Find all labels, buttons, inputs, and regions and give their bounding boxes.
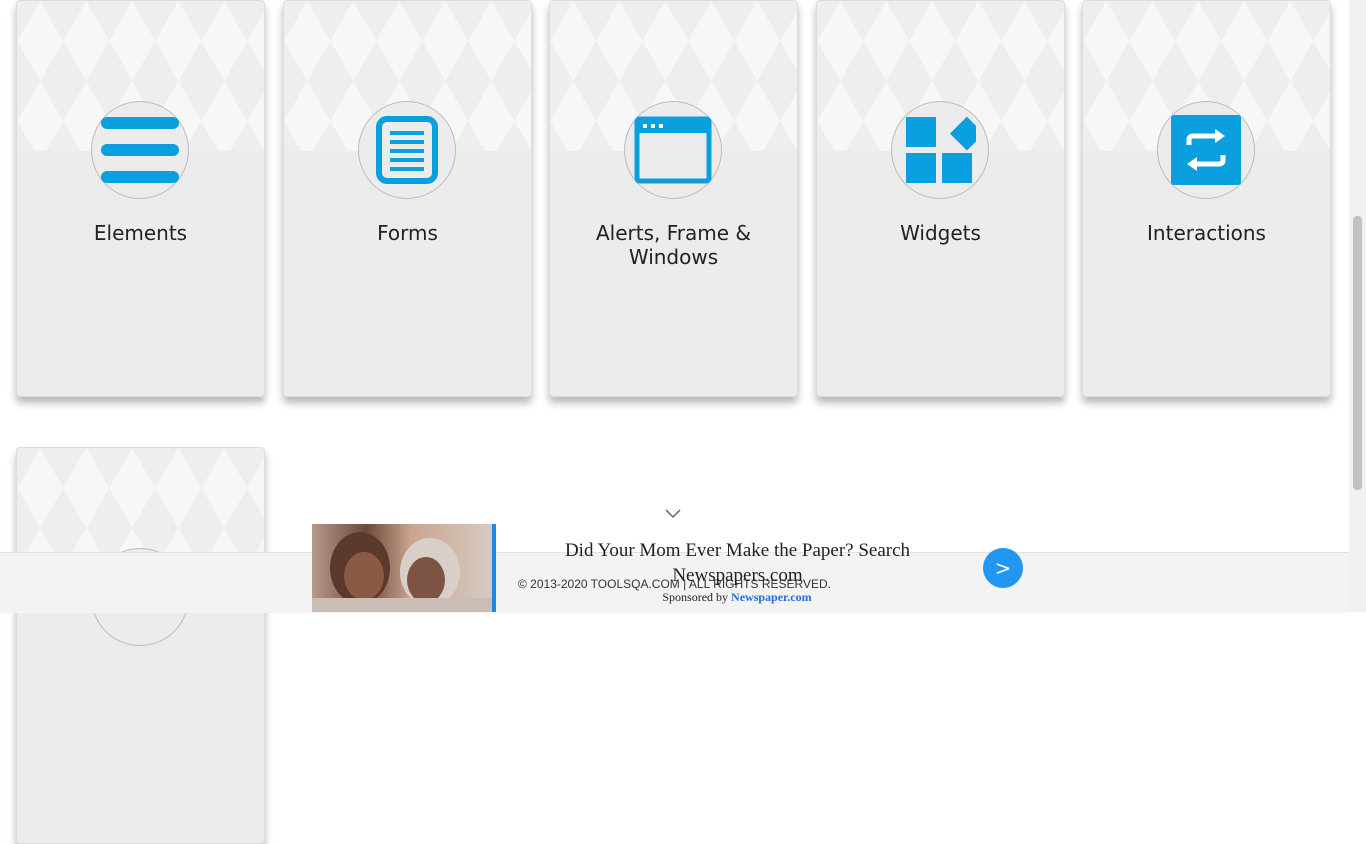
ad-sponsor-line: Sponsored by Newspaper.com — [600, 590, 874, 605]
ad-next-button[interactable]: > — [983, 548, 1023, 588]
card-title: Interactions — [1147, 221, 1266, 245]
card-interactions[interactable]: Interactions — [1082, 0, 1331, 397]
scrollbar-thumb[interactable] — [1353, 216, 1362, 490]
card-icon-circle — [1157, 101, 1255, 199]
sponsored-prefix: Sponsored by — [662, 590, 729, 604]
vertical-scrollbar[interactable] — [1349, 0, 1366, 612]
card-title: Forms — [377, 221, 438, 245]
card-icon-circle — [358, 101, 456, 199]
widgets-grid-icon — [906, 116, 976, 183]
card-alerts-frame-windows[interactable]: Alerts, Frame & Windows — [549, 0, 798, 397]
card-title: Widgets — [900, 221, 981, 245]
card-icon-circle — [91, 101, 189, 199]
sponsor-link[interactable]: Newspaper.com — [731, 590, 812, 604]
card-icon-circle — [891, 101, 989, 199]
card-widgets[interactable]: Widgets — [816, 0, 1065, 397]
card-title: Alerts, Frame & Windows — [595, 221, 751, 269]
card-title: Elements — [93, 221, 188, 245]
card-icon-circle — [624, 101, 722, 199]
card-forms[interactable]: Forms — [283, 0, 532, 397]
browser-window-icon — [634, 116, 712, 184]
list-icon — [101, 117, 179, 183]
ad-image[interactable] — [312, 524, 492, 612]
ad-headline[interactable]: Did Your Mom Ever Make the Paper? Search… — [540, 538, 935, 588]
ad-accent-bar — [492, 524, 496, 612]
card-elements[interactable]: Elements — [16, 0, 265, 397]
swap-arrows-icon — [1171, 115, 1241, 185]
ad-photo — [312, 532, 492, 612]
chevron-down-icon[interactable] — [665, 509, 681, 519]
card-book-store[interactable] — [16, 447, 265, 844]
document-icon — [376, 116, 438, 184]
